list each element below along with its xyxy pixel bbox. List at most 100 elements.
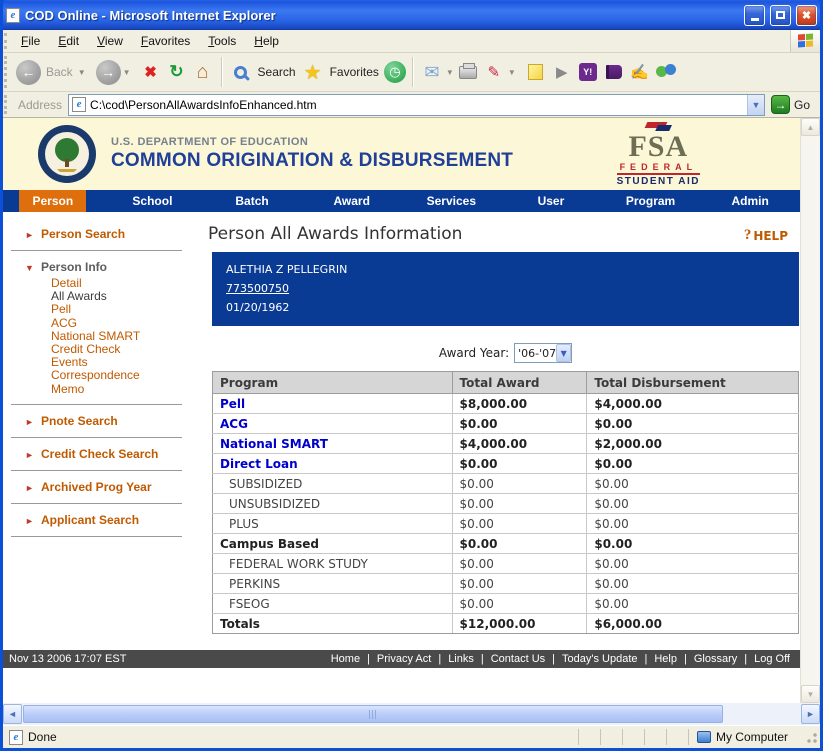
go-button[interactable]: → Go xyxy=(765,95,816,114)
discuss-button[interactable] xyxy=(524,60,548,84)
menu-edit[interactable]: Edit xyxy=(49,31,88,51)
back-dropdown-icon[interactable]: ▼ xyxy=(78,68,86,77)
maximize-button[interactable] xyxy=(770,5,791,26)
scroll-right-button[interactable]: ► xyxy=(801,704,820,724)
toolbar-grip[interactable] xyxy=(4,95,11,114)
aim-icon: ✍ xyxy=(630,63,649,81)
sidebar-subitem-memo[interactable]: Memo xyxy=(51,383,198,396)
forward-dropdown-icon[interactable]: ▼ xyxy=(123,68,131,77)
sidebar-item-applicant-search[interactable]: ► Applicant Search xyxy=(3,510,198,530)
scroll-down-button[interactable]: ▼ xyxy=(801,685,820,703)
program-label: SUBSIDIZED xyxy=(213,474,453,494)
totals-award-cell: $12,000.00 xyxy=(452,614,587,634)
mail-dropdown-icon[interactable]: ▼ xyxy=(446,68,454,77)
print-button[interactable] xyxy=(456,60,480,84)
security-zone: My Computer xyxy=(688,729,802,745)
program-link[interactable]: National SMART xyxy=(213,434,453,454)
menu-help[interactable]: Help xyxy=(245,31,288,51)
ie-page-icon: e xyxy=(6,8,20,23)
footer-link-privacy-act[interactable]: Privacy Act xyxy=(377,653,431,665)
scroll-up-button[interactable]: ▲ xyxy=(801,118,820,136)
research-button[interactable] xyxy=(602,60,626,84)
ie-page-icon: e xyxy=(72,97,86,112)
total-disbursement-cell: $0.00 xyxy=(587,594,799,614)
go-icon: → xyxy=(771,95,790,114)
sidebar-item-pnote-search[interactable]: ► Pnote Search xyxy=(3,411,198,431)
edit-button[interactable]: ✎ xyxy=(482,60,506,84)
toolbar-grip[interactable] xyxy=(4,33,11,49)
program-link[interactable]: Pell xyxy=(213,394,453,414)
mail-button[interactable]: ✉ xyxy=(420,60,444,84)
sidebar-subitem-all-awards[interactable]: All Awards xyxy=(51,290,198,303)
refresh-icon: ↻ xyxy=(169,62,183,82)
forward-button[interactable]: → xyxy=(96,60,121,85)
close-button[interactable]: ✖ xyxy=(796,5,817,26)
footer-link-todays-update[interactable]: Today's Update xyxy=(562,653,637,665)
tab-award[interactable]: Award xyxy=(302,190,402,212)
tab-services[interactable]: Services xyxy=(402,190,502,212)
search-icon xyxy=(234,66,247,79)
title-bar[interactable]: e COD Online - Microsoft Internet Explor… xyxy=(0,0,823,30)
horizontal-scroll-thumb[interactable] xyxy=(23,705,723,723)
search-button[interactable] xyxy=(229,60,253,84)
stop-button[interactable]: ✖ xyxy=(139,60,163,84)
tab-user[interactable]: User xyxy=(501,190,601,212)
program-link[interactable]: ACG xyxy=(213,414,453,434)
horizontal-scrollbar[interactable]: ◄ ► xyxy=(3,703,820,725)
footer-link-home[interactable]: Home xyxy=(331,653,360,665)
footer-link-help[interactable]: Help xyxy=(654,653,677,665)
help-link[interactable]: ? HELP xyxy=(744,227,788,244)
vertical-scroll-track[interactable] xyxy=(801,136,820,685)
toolbar-grip[interactable] xyxy=(4,56,11,88)
program-link[interactable]: Direct Loan xyxy=(213,454,453,474)
footer-link-glossary[interactable]: Glossary xyxy=(694,653,737,665)
sidebar-subitem-pell[interactable]: Pell xyxy=(51,303,198,316)
home-button[interactable]: ⌂ xyxy=(191,60,215,84)
menu-tools[interactable]: Tools xyxy=(199,31,245,51)
menu-view[interactable]: View xyxy=(88,31,132,51)
status-bar: e Done My Computer xyxy=(3,725,820,748)
menu-file[interactable]: File xyxy=(12,31,49,51)
footer-link-log-off[interactable]: Log Off xyxy=(754,653,790,665)
tab-admin[interactable]: Admin xyxy=(700,190,800,212)
chevron-down-icon: ▼ xyxy=(25,263,41,273)
award-year-select[interactable]: '06-'07 ▼ xyxy=(514,343,572,363)
address-dropdown-button[interactable]: ▼ xyxy=(747,95,764,115)
chevron-right-icon: ► xyxy=(25,483,41,493)
sidebar-item-person-info[interactable]: ▼ Person Info xyxy=(3,257,198,277)
page-title: Person All Awards Information xyxy=(208,224,462,244)
footer-link-links[interactable]: Links xyxy=(448,653,474,665)
favorites-button[interactable]: ★ xyxy=(301,60,325,84)
history-button[interactable]: ◷ xyxy=(384,61,406,83)
total-award-cell: $0.00 xyxy=(452,454,587,474)
sidebar-item-credit-check-search[interactable]: ► Credit Check Search xyxy=(3,444,198,464)
sidebar-subitem-correspondence[interactable]: Correspondence xyxy=(51,369,198,382)
menu-favorites[interactable]: Favorites xyxy=(132,31,199,51)
address-input[interactable]: e C:\cod\PersonAllAwardsInfoEnhanced.htm… xyxy=(68,94,765,116)
refresh-button[interactable]: ↻ xyxy=(165,60,189,84)
footer-separator: | xyxy=(438,653,441,665)
minimize-button[interactable] xyxy=(744,5,765,26)
scroll-left-button[interactable]: ◄ xyxy=(3,704,22,724)
msn-button[interactable] xyxy=(654,60,678,84)
person-id-link[interactable]: 773500750 xyxy=(226,282,289,295)
tab-program[interactable]: Program xyxy=(601,190,701,212)
resize-grip[interactable] xyxy=(804,730,818,744)
my-computer-icon xyxy=(697,731,711,743)
tab-person[interactable]: Person xyxy=(3,190,103,212)
back-button[interactable]: ← xyxy=(16,60,41,85)
tab-batch[interactable]: Batch xyxy=(202,190,302,212)
footer-link-contact-us[interactable]: Contact Us xyxy=(491,653,545,665)
sidebar-item-archived-prog-year[interactable]: ► Archived Prog Year xyxy=(3,477,198,497)
tab-school[interactable]: School xyxy=(103,190,203,212)
select-dropdown-icon[interactable]: ▼ xyxy=(556,344,571,362)
edit-dropdown-icon[interactable]: ▼ xyxy=(508,68,516,77)
sidebar-item-person-search[interactable]: ► Person Search xyxy=(3,224,198,244)
vertical-scrollbar[interactable]: ▲ ▼ xyxy=(800,118,820,703)
sidebar-subitem-acg[interactable]: ACG xyxy=(51,317,198,330)
yahoo-button[interactable]: Y! xyxy=(576,60,600,84)
aim-button[interactable]: ✍ xyxy=(628,60,652,84)
chevron-right-icon: ► xyxy=(25,450,41,460)
total-disbursement-cell: $2,000.00 xyxy=(587,434,799,454)
messenger-button[interactable]: ▶ xyxy=(550,60,574,84)
